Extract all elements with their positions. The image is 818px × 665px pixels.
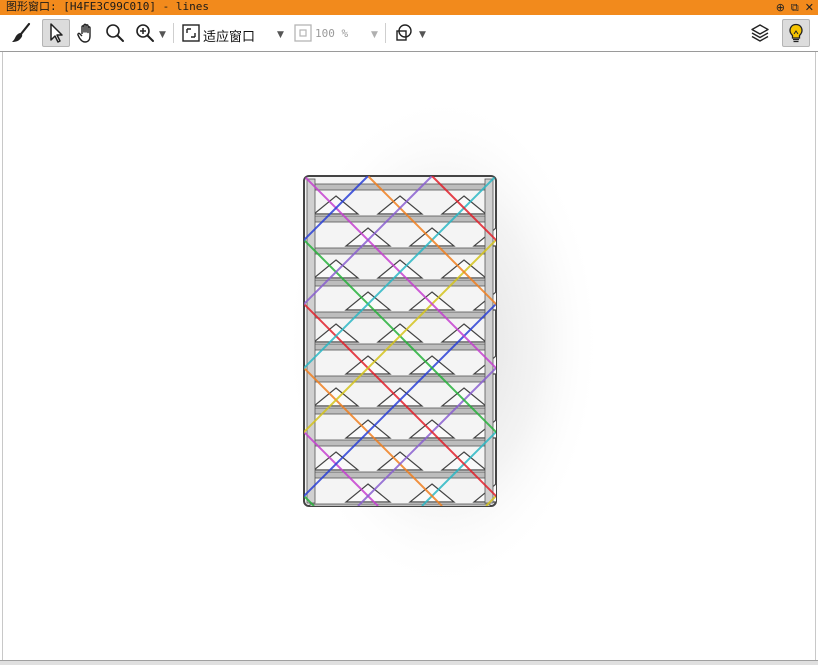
detected-line <box>304 176 315 506</box>
window-bottom-border <box>0 660 818 665</box>
zoom-percent-field: 100 % <box>315 27 349 40</box>
detected-line <box>3 176 176 506</box>
close-icon[interactable]: ✕ <box>805 1 814 15</box>
grid-rail <box>309 375 491 383</box>
detected-line <box>624 176 815 506</box>
window-title-bar: 图形窗口: [H4FE3C99C010] - lines ⊕ ⧉ ✕ <box>0 0 818 15</box>
toolbar-separator <box>173 23 174 43</box>
grid-rail <box>309 279 491 287</box>
fit-window-dropdown-caret[interactable]: ▼ <box>277 30 284 40</box>
zoom-in-icon[interactable] <box>131 19 159 47</box>
grid-frame-right <box>484 178 494 504</box>
shape-dropdown-caret[interactable]: ▼ <box>419 30 426 40</box>
grid-rail <box>309 407 491 415</box>
fit-window-icon[interactable] <box>177 19 205 47</box>
grid-rail <box>309 215 491 223</box>
magnify-icon[interactable] <box>101 19 129 47</box>
grid-rail <box>309 183 491 191</box>
window-title: 图形窗口: [H4FE3C99C010] - lines <box>6 0 209 13</box>
zoom-percent-dropdown-caret: ▼ <box>371 30 378 40</box>
detected-line <box>688 176 815 506</box>
graphics-toolbar: ▼ 适应窗口 ▼ 100 % ▼ ▼ <box>0 15 818 52</box>
pan-hand-icon[interactable] <box>72 19 100 47</box>
grid-rail <box>309 247 491 255</box>
grid-rail <box>309 471 491 479</box>
detected-line <box>3 176 112 506</box>
lightbulb-icon[interactable] <box>782 19 810 47</box>
grid-rail <box>309 311 491 319</box>
zoom-box-icon <box>289 19 317 47</box>
detected-line <box>304 176 305 506</box>
shape-icon[interactable] <box>390 19 418 47</box>
clear-brush-icon[interactable] <box>7 19 35 47</box>
fit-window-label[interactable]: 适应窗口 <box>203 26 255 45</box>
grid-frame-left <box>306 178 316 504</box>
layers-icon[interactable] <box>746 19 774 47</box>
restore-icon[interactable]: ⧉ <box>791 1 799 15</box>
grid-rail <box>309 439 491 447</box>
select-arrow-icon[interactable] <box>42 19 70 47</box>
detected-line <box>3 176 240 506</box>
toolbar-separator <box>385 23 386 43</box>
detected-line <box>3 176 250 506</box>
grid-rail <box>309 343 491 351</box>
image-display <box>3 92 815 592</box>
zoom-in-dropdown-caret[interactable]: ▼ <box>159 30 166 40</box>
pin-icon[interactable]: ⊕ <box>776 1 785 15</box>
graphics-canvas[interactable] <box>2 52 816 660</box>
